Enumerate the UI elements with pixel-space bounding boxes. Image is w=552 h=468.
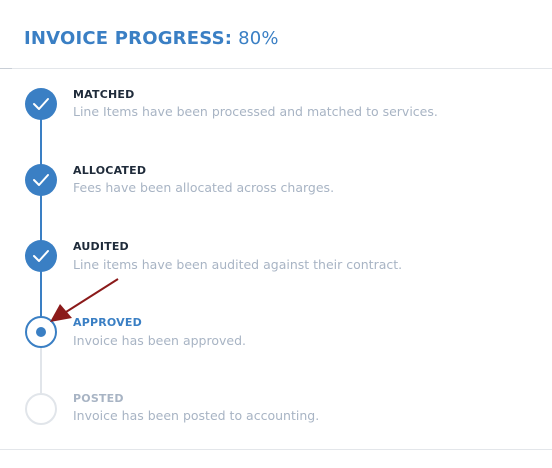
annotation-arrow-icon — [50, 278, 119, 322]
